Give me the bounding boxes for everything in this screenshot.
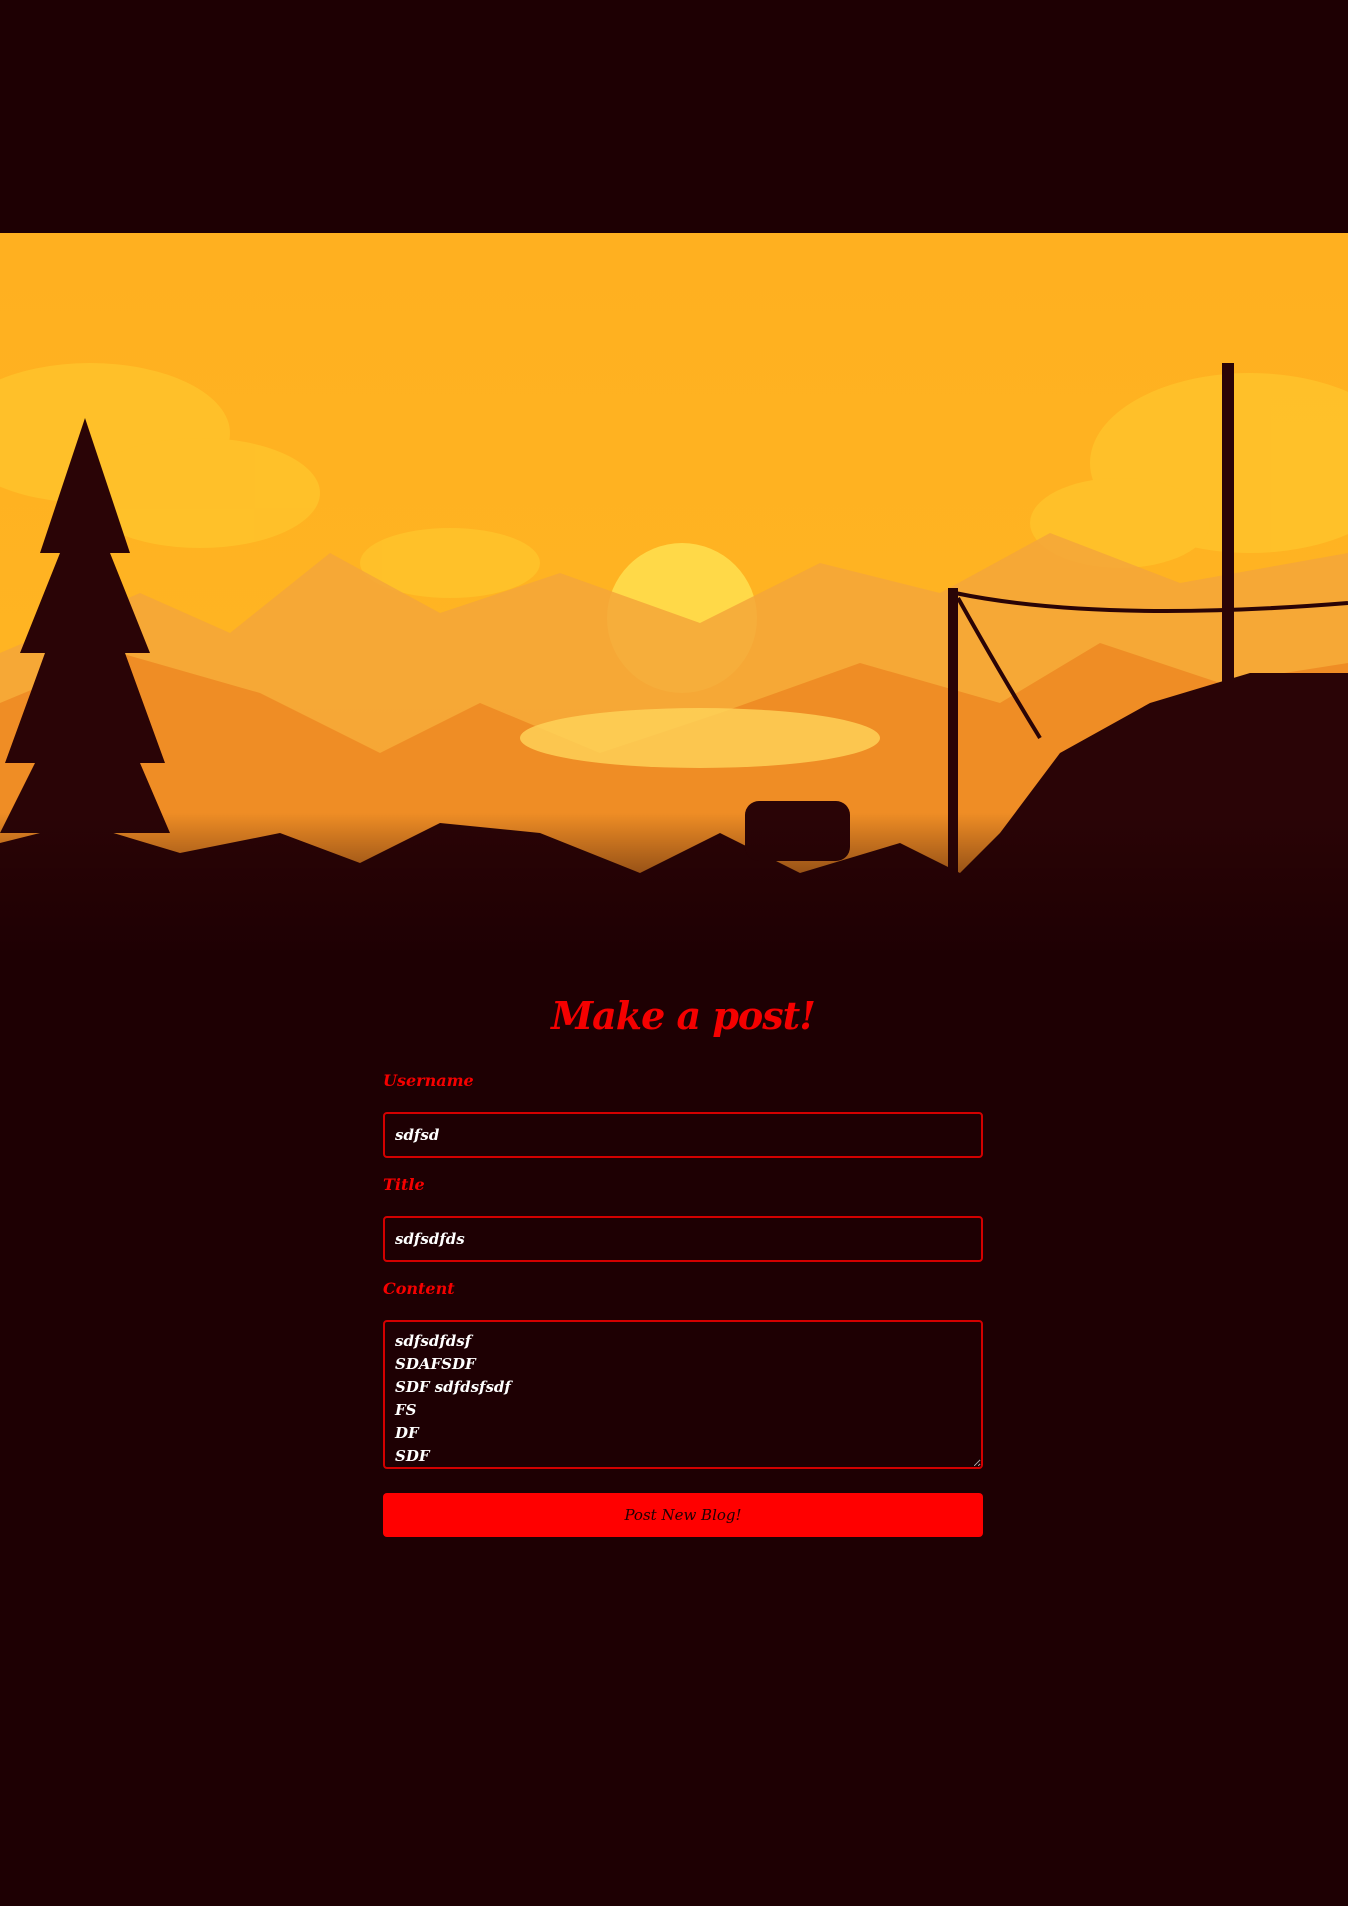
- top-header-band: [0, 0, 1348, 233]
- form-title: Make a post!: [551, 993, 816, 1038]
- sunset-landscape-icon: [0, 233, 1348, 958]
- title-input[interactable]: [383, 1216, 983, 1262]
- content-textarea[interactable]: sdfsdfdsf SDAFSDF SDF sdfdsfsdf FS DF SD…: [383, 1320, 983, 1469]
- title-label: Title: [383, 1175, 425, 1194]
- hero-banner: [0, 233, 1348, 958]
- post-form: Make a post! Username Title Content sdfs…: [383, 990, 983, 1537]
- username-label: Username: [383, 1071, 474, 1090]
- post-new-blog-button[interactable]: Post New Blog!: [383, 1493, 983, 1537]
- content-label: Content: [383, 1279, 455, 1298]
- page: Make a post! Username Title Content sdfs…: [0, 0, 1348, 1906]
- username-input[interactable]: [383, 1112, 983, 1158]
